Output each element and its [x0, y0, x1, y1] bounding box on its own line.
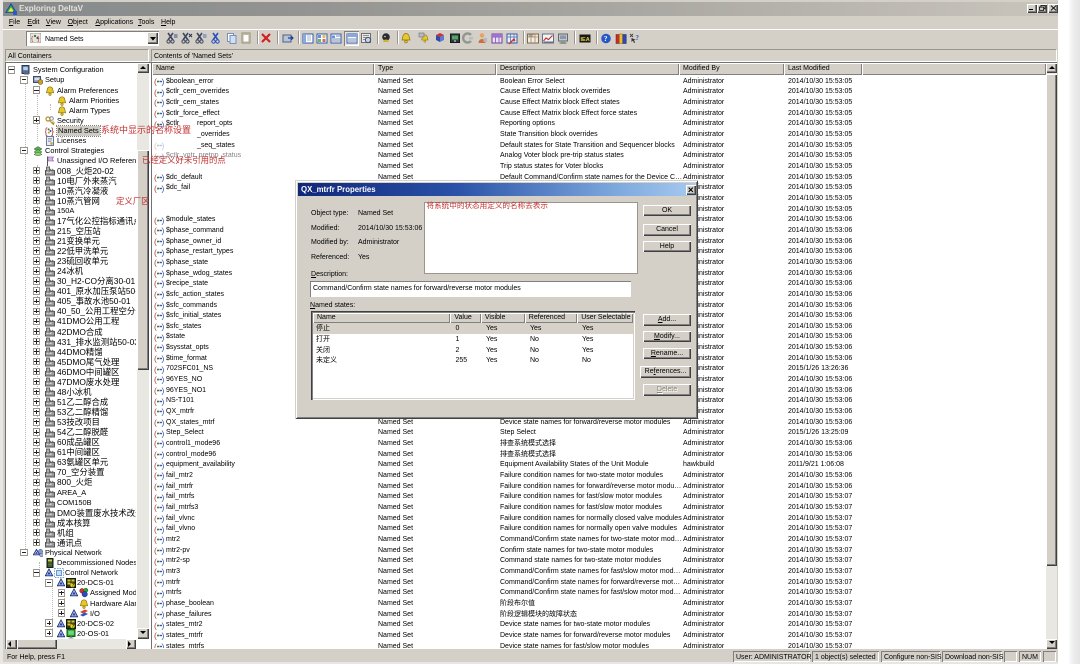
svg-text:(: (	[154, 141, 157, 150]
svg-text:(: (	[154, 567, 157, 576]
svg-text:(: (	[154, 269, 157, 278]
svg-text:(: (	[154, 578, 157, 587]
svg-text:(: (	[154, 599, 157, 608]
svg-text:(: (	[154, 450, 157, 459]
svg-text:{: {	[45, 126, 48, 136]
svg-text:(: (	[154, 365, 157, 374]
svg-text:(: (	[154, 546, 157, 555]
svg-text:(: (	[154, 407, 157, 416]
svg-text:(: (	[154, 322, 157, 331]
svg-text:(: (	[154, 354, 157, 363]
svg-text:?: ?	[604, 34, 608, 43]
svg-text:(: (	[154, 237, 157, 246]
svg-text:(: (	[154, 418, 157, 427]
svg-text:(: (	[154, 311, 157, 320]
svg-text:(: (	[154, 621, 157, 630]
svg-text:(: (	[154, 557, 157, 566]
svg-text:(: (	[154, 589, 157, 598]
svg-text:(: (	[154, 258, 157, 267]
svg-text:(: (	[154, 184, 157, 193]
svg-text:(: (	[154, 535, 157, 544]
svg-text:(: (	[154, 248, 157, 257]
svg-text:(: (	[154, 98, 157, 107]
svg-text:(: (	[154, 386, 157, 395]
svg-text:IEA: IEA	[581, 37, 590, 43]
svg-text:(: (	[154, 493, 157, 502]
svg-text:(: (	[154, 631, 157, 640]
svg-text:(: (	[154, 471, 157, 480]
svg-text:(: (	[154, 226, 157, 235]
svg-text:(: (	[154, 77, 157, 86]
svg-text:(: (	[154, 642, 157, 648]
svg-text:(: (	[154, 439, 157, 448]
svg-text:(: (	[154, 429, 157, 438]
svg-text:(: (	[154, 173, 157, 182]
svg-text:(: (	[154, 290, 157, 299]
svg-text:(: (	[154, 88, 157, 97]
svg-text:?: ?	[636, 34, 640, 42]
svg-text:(: (	[154, 503, 157, 512]
svg-text:(: (	[154, 375, 157, 384]
svg-text:(: (	[154, 525, 157, 534]
svg-text:(: (	[154, 482, 157, 491]
svg-text:(: (	[154, 343, 157, 352]
svg-text:(: (	[154, 333, 157, 342]
svg-text:(: (	[154, 301, 157, 310]
svg-text:(: (	[154, 216, 157, 225]
svg-text:(: (	[154, 514, 157, 523]
svg-text:(: (	[154, 397, 157, 406]
svg-text:(: (	[154, 461, 157, 470]
svg-text:abc: abc	[529, 34, 535, 38]
svg-text:(: (	[154, 610, 157, 619]
svg-text:(: (	[154, 109, 157, 118]
svg-text:(: (	[154, 279, 157, 288]
